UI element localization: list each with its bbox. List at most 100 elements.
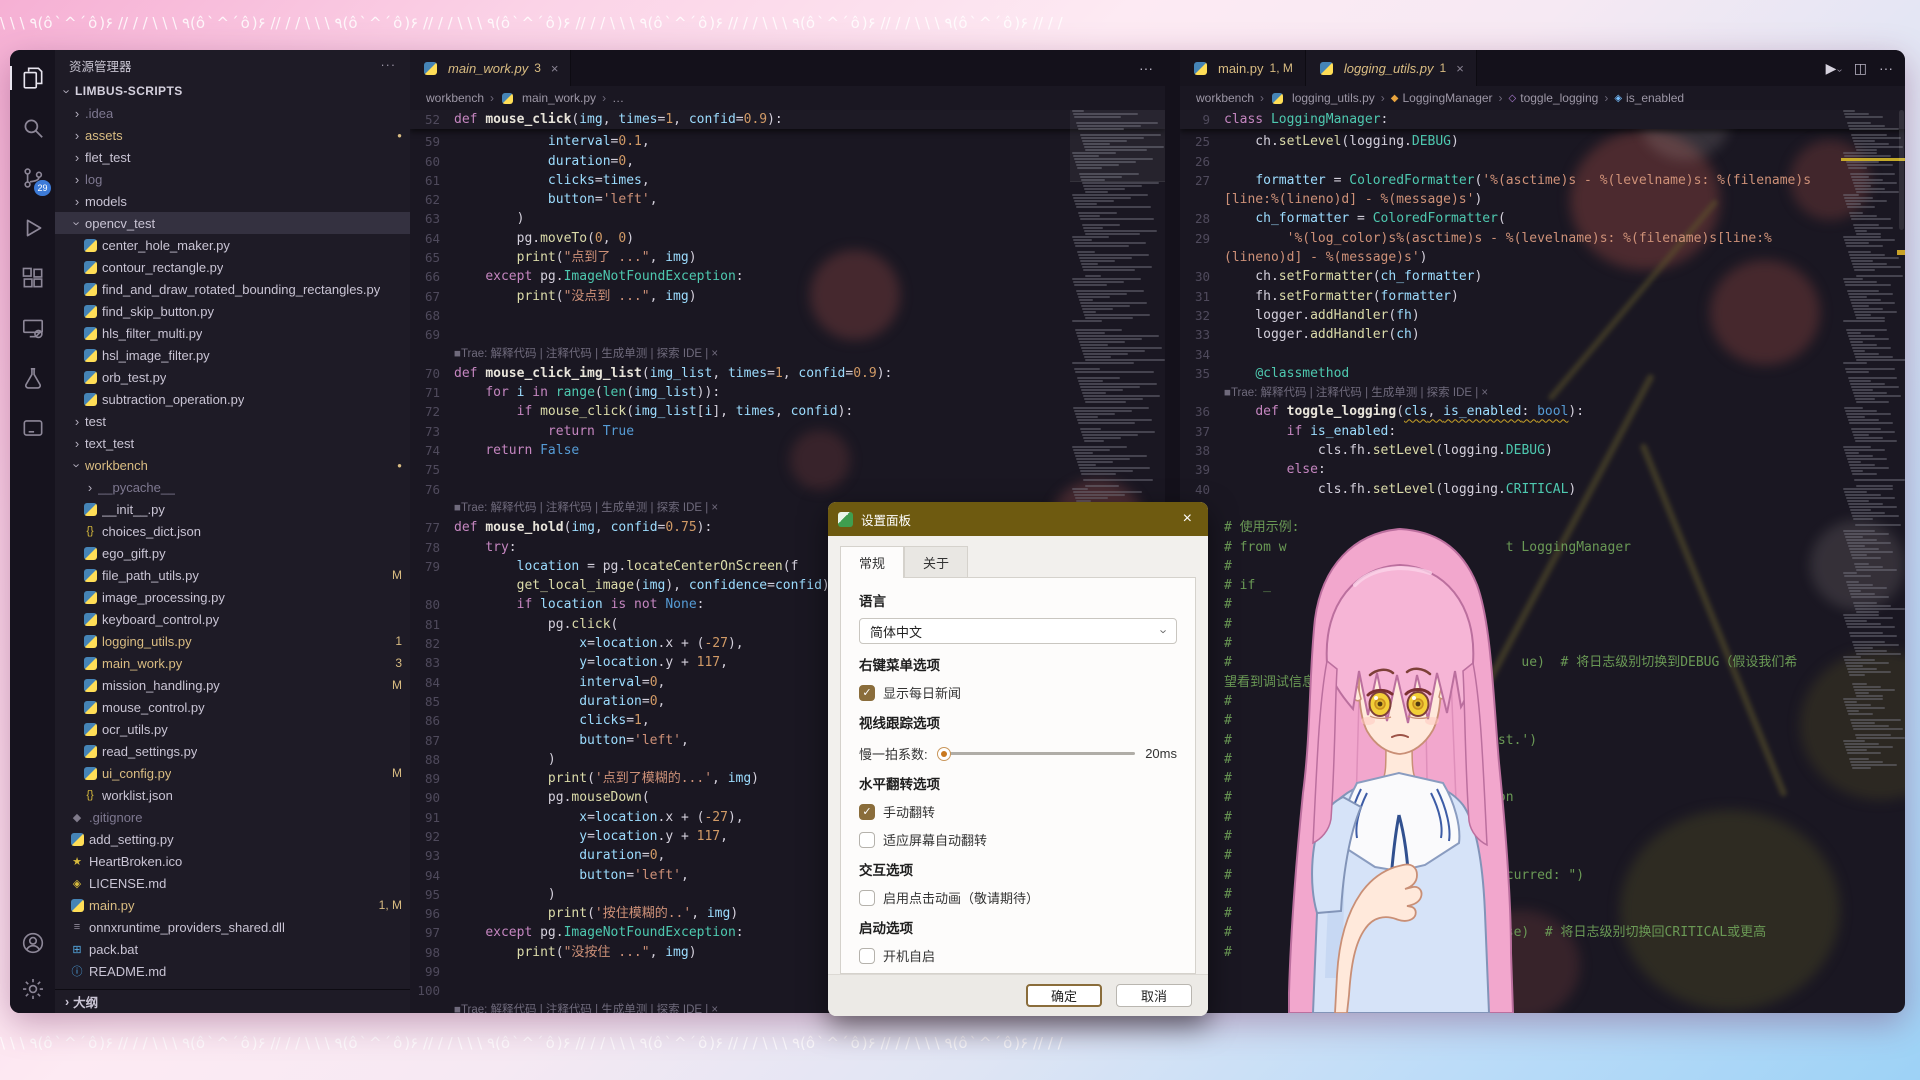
file-row[interactable]: add_setting.py (55, 828, 410, 850)
trae-codelens[interactable]: ■Trae: 解释代码 | 注释代码 | 生成单测 | 探索 IDE | × (454, 1004, 718, 1013)
dialog-tab-常规[interactable]: 常规 (840, 546, 904, 578)
checkbox-row[interactable]: ✓显示每日新闻 (859, 683, 1177, 702)
checkbox-checked[interactable]: ✓ (859, 685, 875, 701)
search-icon[interactable] (19, 114, 47, 142)
folder-row[interactable]: ›LIMBUS-SCRIPTS (55, 80, 410, 102)
trae-codelens[interactable]: ■Trae: 解释代码 | 注释代码 | 生成单测 | 探索 IDE | × (1224, 387, 1488, 399)
file-row[interactable]: ★HeartBroken.ico (55, 850, 410, 872)
close-icon[interactable]: × (1177, 510, 1198, 528)
folder-row[interactable]: ›.idea (55, 102, 410, 124)
file-row[interactable]: contour_rectangle.py (55, 256, 410, 278)
source-control-icon[interactable]: 29 (19, 164, 47, 192)
file-row[interactable]: ui_config.pyM (55, 762, 410, 784)
tab-close-icon[interactable]: × (1456, 61, 1464, 76)
file-row[interactable]: center_hole_maker.py (55, 234, 410, 256)
file-row[interactable]: ⊞pack.bat (55, 938, 410, 960)
file-row[interactable]: subtraction_operation.py (55, 388, 410, 410)
breadcrumb-item[interactable]: workbench (426, 91, 484, 105)
file-row[interactable]: {}worklist.json (55, 784, 410, 806)
file-row[interactable]: keyboard_control.py (55, 608, 410, 630)
remote-icon[interactable] (19, 314, 47, 342)
file-row[interactable]: read_settings.py (55, 740, 410, 762)
checkbox-unchecked[interactable] (859, 948, 875, 964)
tab-close-icon[interactable]: × (551, 61, 559, 76)
explorer-more-button[interactable]: ··· (381, 58, 397, 72)
file-row[interactable]: ≡onnxruntime_providers_shared.dll (55, 916, 410, 938)
split-editor-icon[interactable]: ◫ (1854, 60, 1867, 77)
file-row[interactable]: file_path_utils.pyM (55, 564, 410, 586)
breadcrumb-item[interactable]: logging_utils.py (1270, 91, 1375, 105)
trae-codelens[interactable]: ■Trae: 解释代码 | 注释代码 | 生成单测 | 探索 IDE | × (454, 502, 718, 514)
more-actions-icon[interactable]: ··· (1879, 60, 1893, 76)
notes-icon[interactable] (19, 414, 47, 442)
settings-icon[interactable] (19, 975, 47, 1003)
scrollbar[interactable] (1897, 110, 1905, 1013)
folder-row[interactable]: ›text_test (55, 432, 410, 454)
file-row[interactable]: ⓘREADME.md (55, 960, 410, 982)
checkbox-row[interactable]: 启用点击动画（敬请期待） (859, 888, 1177, 907)
dialog-tab-关于[interactable]: 关于 (904, 546, 968, 578)
file-row[interactable]: logging_utils.py1 (55, 630, 410, 652)
folder-row[interactable]: ›__pycache__ (55, 476, 410, 498)
file-row[interactable]: mouse_control.py (55, 696, 410, 718)
breadcrumb-item[interactable]: ◈is_enabled (1614, 91, 1684, 105)
file-row[interactable]: ocr_utils.py (55, 718, 410, 740)
file-row[interactable]: ego_gift.py (55, 542, 410, 564)
breadcrumb-item[interactable]: ◇toggle_logging (1509, 91, 1599, 105)
file-row[interactable]: mission_handling.pyM (55, 674, 410, 696)
file-row[interactable]: find_and_draw_rotated_bounding_rectangle… (55, 278, 410, 300)
file-row[interactable]: main_work.py3 (55, 652, 410, 674)
more-actions-icon[interactable]: ··· (1139, 60, 1153, 76)
folder-row[interactable]: ›log (55, 168, 410, 190)
account-icon[interactable] (19, 929, 47, 957)
file-row[interactable]: main.py1, M (55, 894, 410, 916)
trae-codelens[interactable]: ■Trae: 解释代码 | 注释代码 | 生成单测 | 探索 IDE | × (454, 348, 718, 360)
explorer-icon[interactable] (19, 64, 47, 92)
checkbox-checked[interactable]: ✓ (859, 804, 875, 820)
run-button[interactable]: ▶› (1826, 60, 1842, 77)
checkbox-unchecked[interactable] (859, 832, 875, 848)
outline-section-header[interactable]: › 大纲 (55, 989, 410, 1013)
checkbox-row[interactable]: 适应屏幕自动翻转 (859, 830, 1177, 849)
breadcrumb-item[interactable]: ◆LoggingManager (1391, 91, 1493, 105)
file-row[interactable]: hls_filter_multi.py (55, 322, 410, 344)
minimap[interactable] (1841, 110, 1905, 1013)
tab-main.py[interactable]: main.py1, M (1180, 50, 1306, 86)
folder-row[interactable]: ›models (55, 190, 410, 212)
file-row[interactable]: {}choices_dict.json (55, 520, 410, 542)
breadcrumb-item[interactable]: workbench (1196, 91, 1254, 105)
ok-button[interactable]: 确定 (1026, 984, 1102, 1007)
folder-row[interactable]: ›assets● (55, 124, 410, 146)
folder-row[interactable]: ›workbench● (55, 454, 410, 476)
testing-icon[interactable] (19, 364, 47, 392)
file-row[interactable]: image_processing.py (55, 586, 410, 608)
file-row[interactable]: find_skip_button.py (55, 300, 410, 322)
code-area[interactable]: 9class LoggingManager:25 ch.setLevel(log… (1180, 110, 1905, 1013)
checkbox-unchecked[interactable] (859, 890, 875, 906)
folder-row[interactable]: ›flet_test (55, 146, 410, 168)
language-select[interactable]: 简体中文› (859, 618, 1177, 644)
slider-handle[interactable] (937, 747, 951, 761)
git-status-badge: 1 (389, 634, 402, 648)
run-debug-icon[interactable] (19, 214, 47, 242)
tab-logging_utils.py[interactable]: logging_utils.py1× (1306, 50, 1477, 86)
file-row[interactable]: __init__.py (55, 498, 410, 520)
class-symbol-icon: ◆ (1391, 93, 1399, 104)
breadcrumb-item[interactable]: … (612, 91, 624, 105)
checkbox-row[interactable]: ✓手动翻转 (859, 802, 1177, 821)
minimap-viewport[interactable] (1070, 110, 1165, 182)
file-row[interactable]: ◈LICENSE.md (55, 872, 410, 894)
folder-row[interactable]: ›test (55, 410, 410, 432)
extensions-icon[interactable] (19, 264, 47, 292)
tab-main_work.py[interactable]: main_work.py3× (410, 50, 571, 86)
checkbox-row[interactable]: 开机自启 (859, 946, 1177, 965)
cancel-button[interactable]: 取消 (1116, 984, 1192, 1007)
file-row[interactable]: ◆.gitignore (55, 806, 410, 828)
breadcrumb-item[interactable]: main_work.py (500, 91, 596, 105)
file-label: LICENSE.md (89, 876, 166, 891)
folder-row[interactable]: ›opencv_test (55, 212, 410, 234)
dialog-titlebar[interactable]: 设置面板 × (828, 502, 1208, 536)
file-row[interactable]: orb_test.py (55, 366, 410, 388)
slider-track[interactable] (938, 752, 1136, 755)
file-row[interactable]: hsl_image_filter.py (55, 344, 410, 366)
